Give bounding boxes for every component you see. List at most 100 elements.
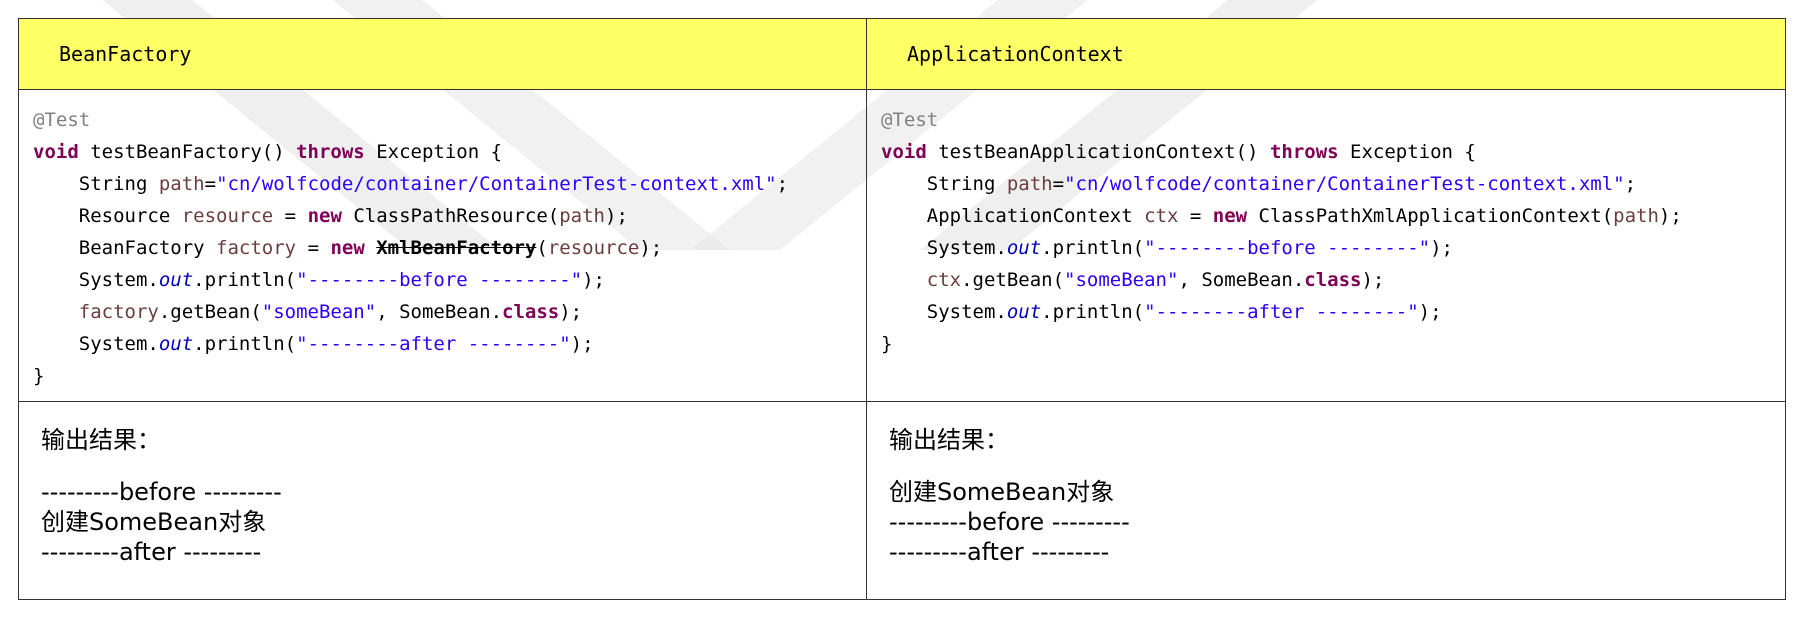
code-text: ApplicationContext bbox=[926, 205, 1145, 228]
code-variable: factory bbox=[78, 301, 159, 324]
code-annotation: @Test bbox=[33, 109, 91, 132]
code-string: "cn/wolfcode/container/ContainerTest-con… bbox=[1064, 173, 1625, 196]
code-variable: resource bbox=[547, 237, 640, 260]
code-method-name: testBeanFactory() bbox=[78, 141, 297, 164]
code-row: @Test void testBeanFactory() throws Exce… bbox=[18, 89, 1786, 403]
code-text: , SomeBean. bbox=[376, 301, 503, 324]
code-text: .println( bbox=[1041, 301, 1145, 324]
header-row: BeanFactory ApplicationContext bbox=[18, 17, 1786, 91]
code-keyword: throws bbox=[296, 141, 365, 164]
code-text: ); bbox=[570, 333, 594, 356]
code-deprecated-class: XmlBeanFactory bbox=[376, 237, 537, 260]
code-variable: ctx bbox=[926, 269, 962, 292]
code-variable: ctx bbox=[1144, 205, 1179, 228]
code-string: "--------after --------" bbox=[296, 333, 571, 356]
code-string: "someBean" bbox=[261, 301, 377, 324]
code-block-right: @Test void testBeanApplicationContext() … bbox=[867, 90, 1785, 360]
code-text: .getBean( bbox=[961, 269, 1065, 292]
code-keyword: new bbox=[1212, 205, 1248, 228]
code-string: "someBean" bbox=[1064, 269, 1179, 292]
code-text: = bbox=[204, 173, 217, 196]
code-variable: path bbox=[1613, 205, 1659, 228]
code-text: .getBean( bbox=[158, 301, 262, 324]
code-text: String bbox=[78, 173, 159, 196]
header-beanfactory: BeanFactory bbox=[59, 42, 192, 67]
code-text: ); bbox=[605, 205, 628, 228]
code-text: ClassPathXmlApplicationContext( bbox=[1247, 205, 1614, 228]
code-variable: factory bbox=[216, 237, 297, 260]
code-text: String bbox=[926, 173, 1007, 196]
code-text: ); bbox=[1430, 237, 1453, 260]
code-text: = bbox=[1178, 205, 1213, 228]
code-keyword: new bbox=[330, 237, 365, 260]
code-text: , SomeBean. bbox=[1178, 269, 1305, 292]
header-cell-left: BeanFactory bbox=[18, 17, 867, 91]
code-string: "--------after --------" bbox=[1144, 301, 1419, 324]
output-line: ---------after --------- bbox=[889, 538, 1110, 567]
code-text: Exception { bbox=[364, 141, 503, 164]
code-keyword: void bbox=[33, 141, 79, 164]
code-text: } bbox=[881, 333, 893, 356]
code-text: ; bbox=[776, 173, 789, 196]
code-field: out bbox=[158, 269, 194, 292]
code-cell-right: @Test void testBeanApplicationContext() … bbox=[866, 89, 1786, 403]
code-string: "cn/wolfcode/container/ContainerTest-con… bbox=[216, 173, 777, 196]
code-text: Resource bbox=[78, 205, 182, 228]
output-line: 创建SomeBean对象 bbox=[889, 478, 1115, 507]
code-text: } bbox=[33, 365, 45, 388]
code-text: System. bbox=[926, 237, 1007, 260]
header-applicationcontext: ApplicationContext bbox=[907, 42, 1124, 67]
code-field: out bbox=[158, 333, 194, 356]
code-text: Exception { bbox=[1338, 141, 1476, 164]
code-keyword: class bbox=[502, 301, 560, 324]
code-text: BeanFactory bbox=[78, 237, 217, 260]
code-text: = bbox=[296, 237, 331, 260]
code-variable: resource bbox=[181, 205, 274, 228]
code-text: .println( bbox=[193, 333, 297, 356]
code-text: = bbox=[1052, 173, 1065, 196]
code-text: ); bbox=[1658, 205, 1682, 228]
code-text: = bbox=[273, 205, 308, 228]
output-title: 输出结果： bbox=[889, 426, 1009, 455]
code-keyword: class bbox=[1304, 269, 1362, 292]
code-string: "--------before --------" bbox=[296, 269, 583, 292]
code-text: .println( bbox=[1041, 237, 1145, 260]
output-title: 输出结果： bbox=[41, 426, 161, 455]
output-block-left: 输出结果： ---------before --------- 创建SomeBe… bbox=[19, 402, 866, 567]
code-block-left: @Test void testBeanFactory() throws Exce… bbox=[19, 90, 866, 392]
code-text: System. bbox=[926, 301, 1007, 324]
code-text: System. bbox=[78, 269, 159, 292]
code-variable: path bbox=[559, 205, 605, 228]
code-text: System. bbox=[78, 333, 159, 356]
code-text: ( bbox=[536, 237, 548, 260]
code-string: "--------before --------" bbox=[1144, 237, 1431, 260]
code-text: ClassPathResource( bbox=[341, 205, 560, 228]
output-line: ---------after --------- bbox=[41, 538, 262, 567]
code-field: out bbox=[1006, 301, 1042, 324]
code-keyword: new bbox=[307, 205, 342, 228]
code-text: ); bbox=[1418, 301, 1442, 324]
code-variable: path bbox=[158, 173, 205, 196]
output-cell-right: 输出结果： 创建SomeBean对象 ---------before -----… bbox=[866, 401, 1786, 600]
code-keyword: throws bbox=[1269, 141, 1339, 164]
code-text: ); bbox=[1361, 269, 1385, 292]
code-text: ); bbox=[639, 237, 663, 260]
code-keyword: void bbox=[881, 141, 927, 164]
output-line: ---------before --------- bbox=[889, 508, 1130, 537]
output-block-right: 输出结果： 创建SomeBean对象 ---------before -----… bbox=[867, 402, 1785, 567]
code-method-name: testBeanApplicationContext() bbox=[926, 141, 1270, 164]
output-line: ---------before --------- bbox=[41, 478, 282, 507]
code-cell-left: @Test void testBeanFactory() throws Exce… bbox=[18, 89, 867, 403]
code-field: out bbox=[1006, 237, 1042, 260]
code-text: ); bbox=[559, 301, 583, 324]
header-cell-right: ApplicationContext bbox=[866, 17, 1786, 91]
output-cell-left: 输出结果： ---------before --------- 创建SomeBe… bbox=[18, 401, 867, 600]
output-line: 创建SomeBean对象 bbox=[41, 508, 267, 537]
comparison-table: BeanFactory ApplicationContext @Test voi… bbox=[18, 17, 1786, 600]
code-text: ); bbox=[582, 269, 605, 292]
code-variable: path bbox=[1006, 173, 1053, 196]
code-annotation: @Test bbox=[881, 109, 939, 132]
code-text: .println( bbox=[193, 269, 297, 292]
code-text: ; bbox=[1624, 173, 1637, 196]
